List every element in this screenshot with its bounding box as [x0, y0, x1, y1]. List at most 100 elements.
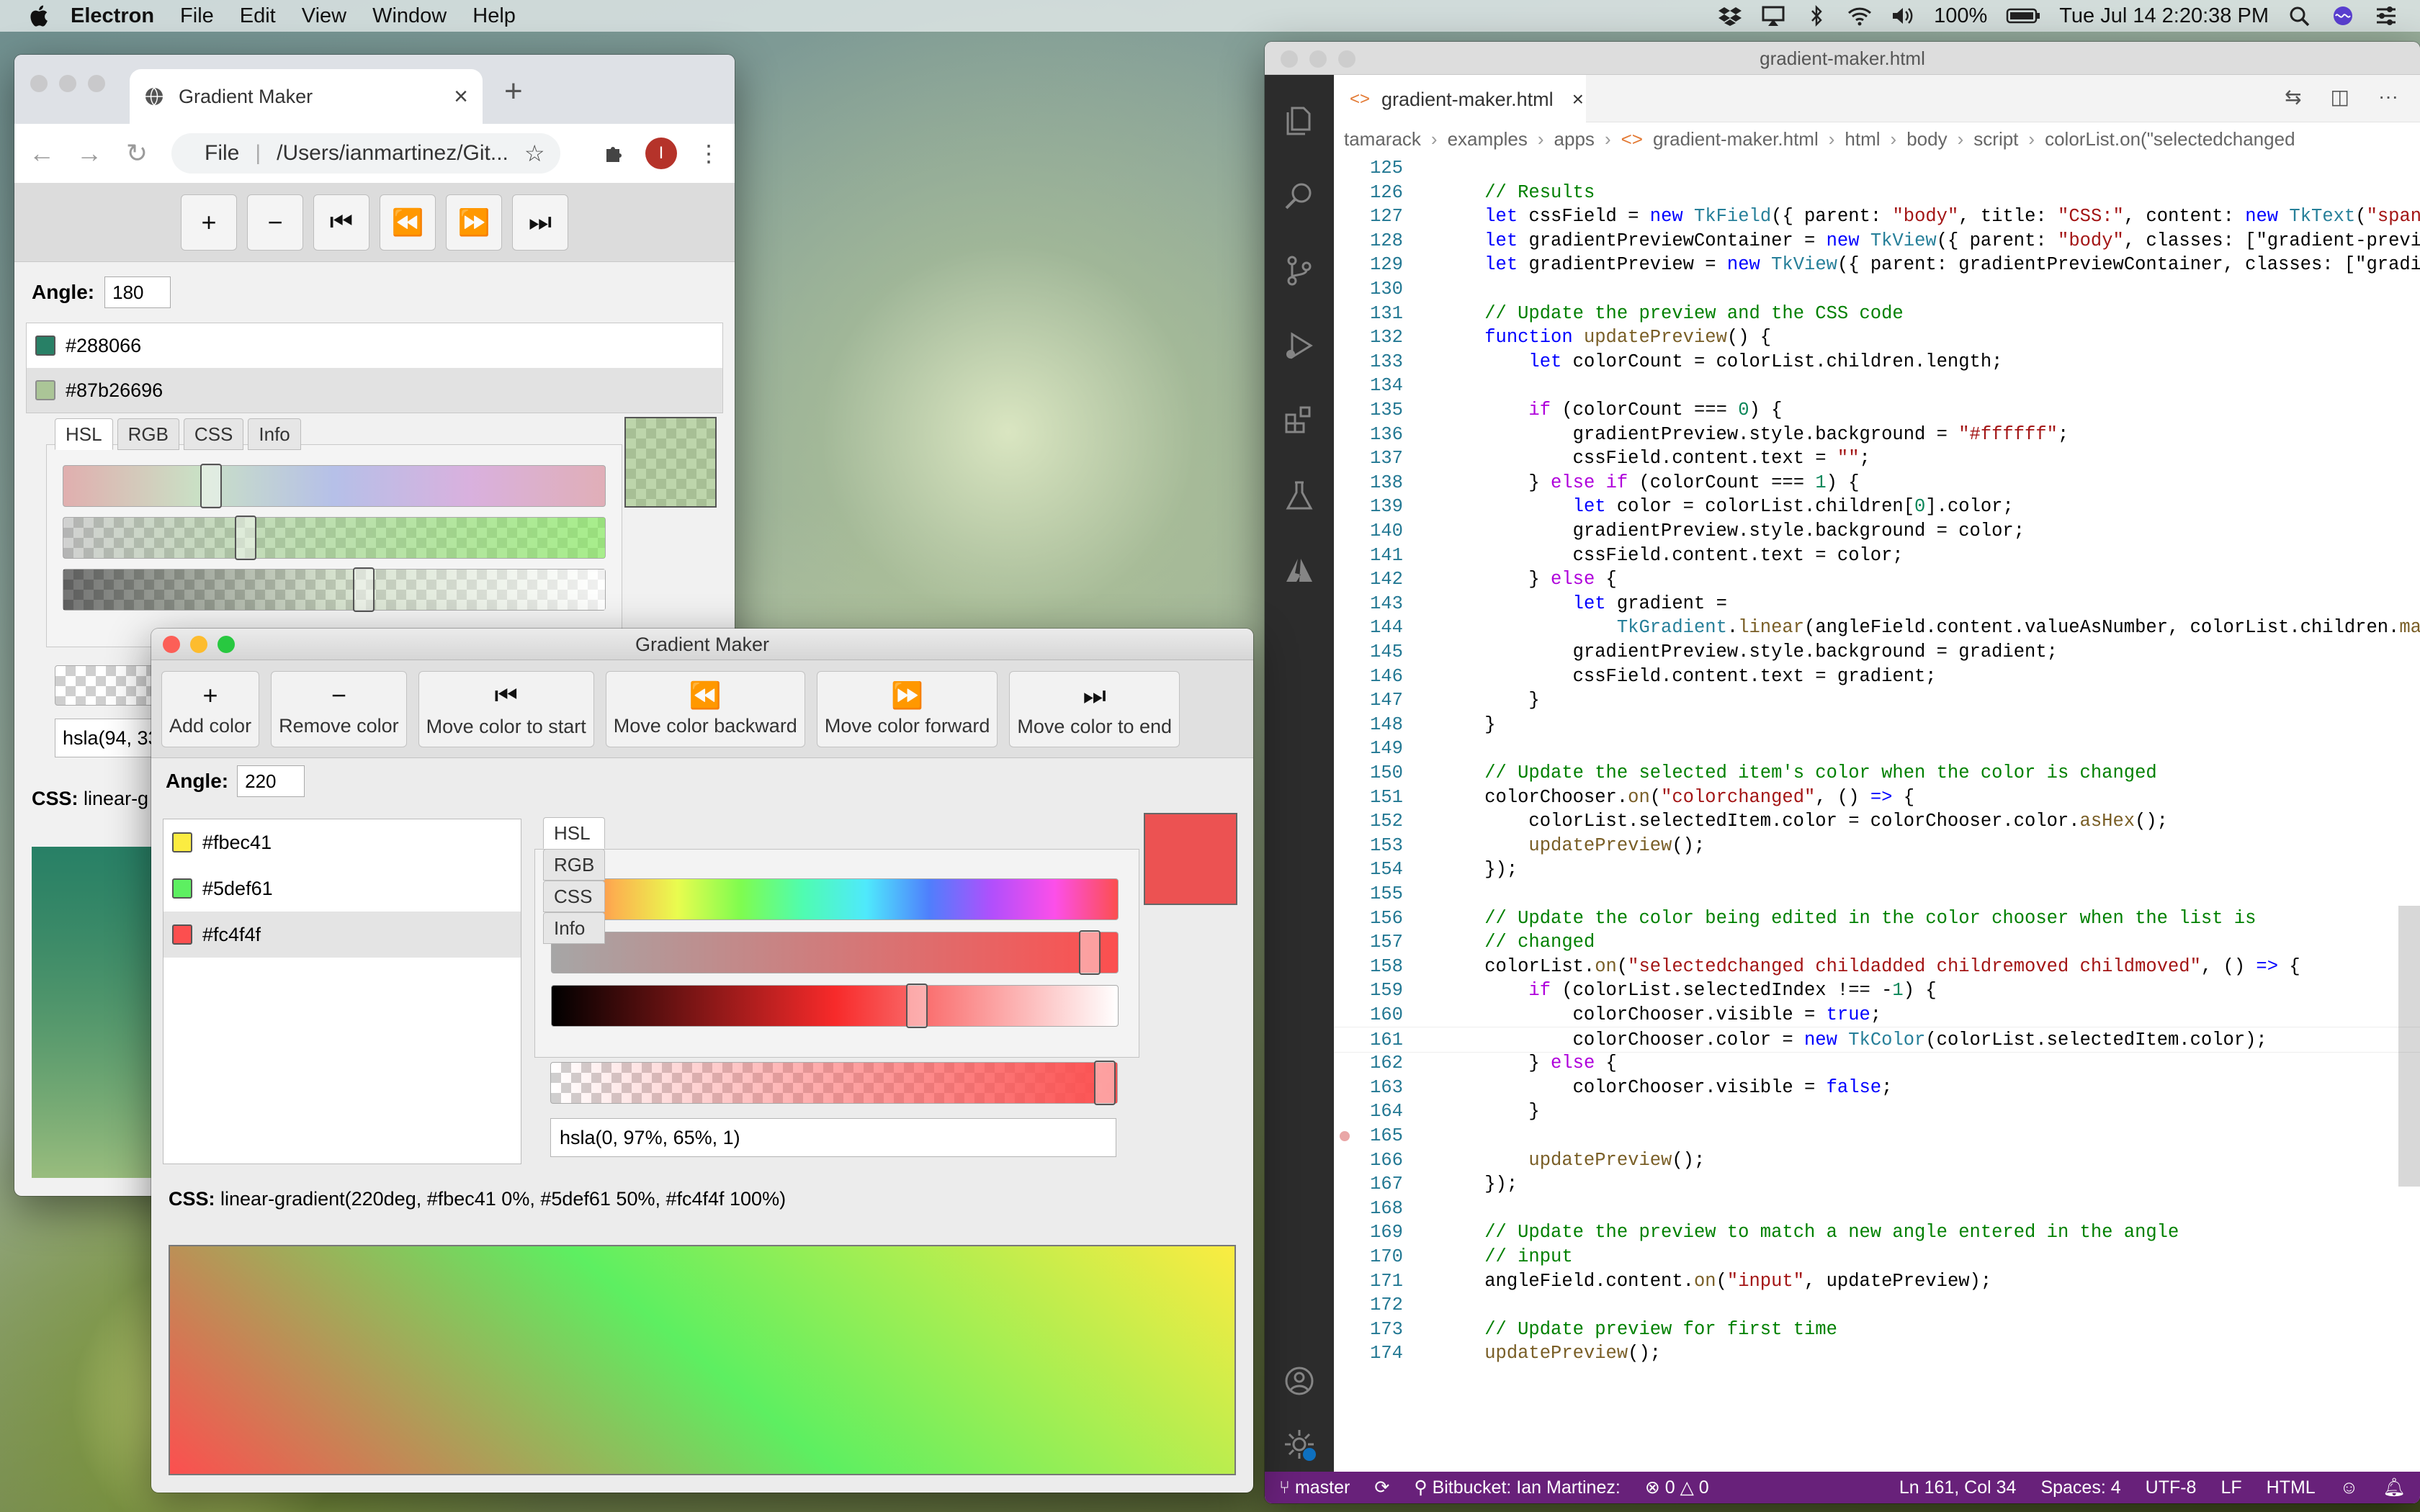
- minimize-window-button[interactable]: [190, 636, 207, 653]
- line-number[interactable]: 128: [1334, 228, 1403, 254]
- code-text[interactable]: } else {: [1440, 1050, 1616, 1076]
- code-line[interactable]: 138 } else if (colorCount === 1) {: [1334, 470, 2420, 496]
- breadcrumb-item[interactable]: body: [1906, 128, 1947, 150]
- code-line[interactable]: 172: [1334, 1292, 2420, 1318]
- profile-avatar[interactable]: I: [645, 138, 677, 169]
- code-line[interactable]: 144 TkGradient.linear(angleField.content…: [1334, 615, 2420, 641]
- code-line[interactable]: 129 let gradientPreview = new TkView({ p…: [1334, 252, 2420, 278]
- code-line[interactable]: 125: [1334, 156, 2420, 181]
- code-line[interactable]: 158 colorList.on("selectedchanged childa…: [1334, 954, 2420, 980]
- line-number[interactable]: 167: [1334, 1171, 1403, 1197]
- remove-color-button[interactable]: − Remove color: [271, 670, 407, 747]
- cursor-position[interactable]: Ln 161, Col 34: [1899, 1477, 2017, 1498]
- code-line[interactable]: 130: [1334, 276, 2420, 302]
- git-branch[interactable]: ⑂ master: [1279, 1477, 1350, 1498]
- accounts-icon[interactable]: [1282, 1364, 1317, 1398]
- slider-thumb[interactable]: [235, 516, 256, 560]
- code-text[interactable]: // Results: [1440, 180, 1595, 206]
- code-text[interactable]: let colorCount = colorList.children.leng…: [1440, 349, 2002, 375]
- code-text[interactable]: } else {: [1440, 567, 1616, 593]
- testing-flask-icon[interactable]: [1282, 478, 1317, 513]
- line-number[interactable]: 135: [1334, 397, 1403, 423]
- feedback-icon[interactable]: ☺: [2340, 1477, 2359, 1498]
- saturation-slider[interactable]: [551, 930, 1119, 975]
- breakpoint-icon[interactable]: [1340, 1131, 1350, 1141]
- line-number[interactable]: 171: [1334, 1269, 1403, 1295]
- volume-icon[interactable]: [1891, 5, 1915, 27]
- extensions-puzzle-icon[interactable]: [602, 142, 625, 165]
- slider-thumb[interactable]: [200, 464, 222, 508]
- airplay-icon[interactable]: [1761, 5, 1785, 27]
- code-text[interactable]: gradientPreview.style.background = "#fff…: [1440, 422, 2069, 448]
- code-text[interactable]: colorChooser.on("colorchanged", () => {: [1440, 785, 1914, 811]
- menu-view[interactable]: View: [302, 4, 346, 28]
- line-number[interactable]: 161: [1334, 1027, 1403, 1053]
- slider-thumb[interactable]: [1079, 930, 1101, 975]
- line-number[interactable]: 125: [1334, 156, 1403, 181]
- code-text[interactable]: colorList.selectedItem.color = colorChoo…: [1440, 809, 2168, 834]
- run-debug-icon[interactable]: [1282, 328, 1317, 363]
- alpha-slider[interactable]: [550, 1061, 1118, 1105]
- line-number[interactable]: 131: [1334, 301, 1403, 327]
- code-line[interactable]: 166 updatePreview();: [1334, 1148, 2420, 1174]
- lightness-slider[interactable]: [551, 984, 1119, 1028]
- code-text[interactable]: gradientPreview.style.background = gradi…: [1440, 639, 2058, 665]
- menu-edit[interactable]: Edit: [240, 4, 276, 28]
- close-window-button[interactable]: [163, 636, 180, 653]
- web-saturation-slider[interactable]: [63, 516, 606, 560]
- code-text[interactable]: updatePreview();: [1440, 1148, 1705, 1174]
- code-line[interactable]: 171 angleField.content.on("input", updat…: [1334, 1269, 2420, 1295]
- angle-input[interactable]: [237, 765, 305, 797]
- code-line[interactable]: 170 // input: [1334, 1244, 2420, 1270]
- line-number[interactable]: 133: [1334, 349, 1403, 375]
- code-text[interactable]: let gradientPreview = new TkView({ paren…: [1440, 252, 2420, 278]
- code-line[interactable]: 128 let gradientPreviewContainer = new T…: [1334, 228, 2420, 254]
- line-number[interactable]: 144: [1334, 615, 1403, 641]
- line-number[interactable]: 137: [1334, 446, 1403, 472]
- minimize-window-button[interactable]: [1309, 50, 1327, 68]
- code-text[interactable]: let gradient =: [1440, 591, 1727, 617]
- menu-app-name[interactable]: Electron: [71, 4, 154, 28]
- code-line[interactable]: 139 let color = colorList.children[0].co…: [1334, 494, 2420, 520]
- code-text[interactable]: // Update the selected item's color when…: [1440, 760, 2156, 786]
- code-line[interactable]: 131 // Update the preview and the CSS co…: [1334, 301, 2420, 327]
- code-text[interactable]: gradientPreview.style.background = color…: [1440, 518, 2025, 544]
- code-text[interactable]: // Update preview for first time: [1440, 1317, 1837, 1343]
- code-editor[interactable]: 174 updatePreview(); 173 // Update previe…: [1334, 156, 2420, 1498]
- close-window-button[interactable]: [1281, 50, 1298, 68]
- line-number[interactable]: 154: [1334, 857, 1403, 883]
- code-text[interactable]: let gradientPreviewContainer = new TkVie…: [1440, 228, 2420, 254]
- sync-icon[interactable]: ⟳: [1374, 1477, 1389, 1498]
- code-line[interactable]: 127 let cssField = new TkField({ parent:…: [1334, 204, 2420, 230]
- code-line[interactable]: 147 }: [1334, 688, 2420, 714]
- line-number[interactable]: 129: [1334, 252, 1403, 278]
- web-add-color-button[interactable]: +: [181, 194, 237, 251]
- code-text[interactable]: let cssField = new TkField({ parent: "bo…: [1440, 204, 2420, 230]
- line-number[interactable]: 143: [1334, 591, 1403, 617]
- code-text[interactable]: TkGradient.linear(angleField.content.val…: [1440, 615, 2420, 641]
- notifications-bell-icon[interactable]: 🔔︎: [2383, 1477, 2406, 1498]
- tab-info[interactable]: Info: [248, 418, 301, 450]
- zoom-window-button[interactable]: [1338, 50, 1355, 68]
- hue-slider[interactable]: [551, 877, 1119, 922]
- line-number[interactable]: 155: [1334, 881, 1403, 907]
- web-move-backward-button[interactable]: ⏪: [380, 194, 436, 251]
- menu-window[interactable]: Window: [372, 4, 447, 28]
- code-line[interactable]: 169 // Update the preview to match a new…: [1334, 1220, 2420, 1246]
- tab-rgb[interactable]: RGB: [543, 849, 606, 881]
- line-number[interactable]: 162: [1334, 1050, 1403, 1076]
- list-item[interactable]: #5def61: [163, 865, 521, 912]
- code-line[interactable]: 148 }: [1334, 712, 2420, 738]
- zoom-window-button[interactable]: [218, 636, 235, 653]
- line-number[interactable]: 164: [1334, 1099, 1403, 1125]
- slider-thumb[interactable]: [353, 567, 375, 612]
- explorer-files-icon[interactable]: [1282, 104, 1317, 138]
- code-line[interactable]: 157 // changed: [1334, 930, 2420, 955]
- code-text[interactable]: }: [1440, 688, 1539, 714]
- settings-gear-icon[interactable]: [1282, 1427, 1317, 1462]
- bookmark-star-icon[interactable]: ☆: [524, 140, 545, 167]
- forward-arrow-icon[interactable]: →: [76, 138, 102, 168]
- more-actions-icon[interactable]: ···: [2378, 85, 2398, 109]
- line-number[interactable]: 151: [1334, 785, 1403, 811]
- list-item[interactable]: #87b26696: [27, 368, 722, 413]
